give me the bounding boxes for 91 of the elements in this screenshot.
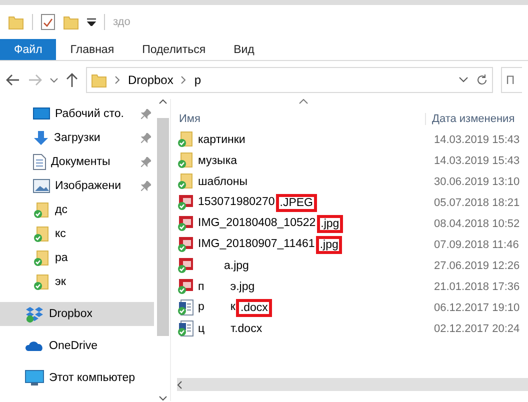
- ribbon-tab[interactable]: Главная: [56, 39, 128, 60]
- file-name: IMG_20180907_11461: [198, 238, 315, 252]
- scrollbar-thumb[interactable]: [157, 118, 169, 336]
- chevron-down-icon[interactable]: [50, 78, 58, 82]
- pin-icon[interactable]: [141, 133, 151, 143]
- nav-item[interactable]: OneDrive: [0, 334, 154, 358]
- file-name: р: [198, 300, 204, 314]
- cloud-icon: [25, 340, 44, 352]
- address-field[interactable]: Dropbox р: [86, 67, 493, 93]
- sync-folder-icon: [33, 274, 50, 290]
- scroll-down-icon[interactable]: [159, 396, 167, 401]
- date-cell-text: 14.03.2019 15:43: [433, 134, 520, 146]
- dropdown-icon[interactable]: [87, 18, 96, 26]
- nav-item[interactable]: ра: [0, 246, 154, 270]
- search-field[interactable]: П: [501, 67, 522, 93]
- chevron-right-icon: [115, 76, 120, 84]
- nav-item[interactable]: Рабочий сто.: [0, 102, 154, 126]
- sync-folder-icon: [177, 173, 194, 190]
- window-title: здо: [113, 16, 130, 28]
- folder-icon: [91, 72, 107, 88]
- highlighted-extension: .jpg: [318, 216, 342, 230]
- highlighted-extension: .jpg: [318, 238, 340, 252]
- image-file-icon: [177, 215, 194, 232]
- nav-item[interactable]: Документы: [0, 150, 154, 174]
- nav-item[interactable]: эк: [0, 270, 154, 294]
- highlighted-extension: .JPEG: [278, 196, 315, 210]
- file-name: к: [230, 300, 236, 314]
- date-cell-text: 05.07.2018 18:21: [433, 196, 520, 208]
- new-folder-icon: [63, 14, 79, 30]
- sync-folder-icon: [33, 250, 50, 266]
- file-name: э.jpg: [230, 280, 255, 292]
- document-file-icon: [177, 320, 194, 337]
- file-name: ц: [198, 322, 205, 334]
- breadcrumb[interactable]: р: [194, 73, 202, 87]
- file-name: т.docx: [230, 322, 262, 334]
- file-name: п: [198, 280, 204, 292]
- nav-item[interactable]: Этот компьютер: [0, 366, 154, 390]
- sync-folder-icon: [177, 152, 194, 169]
- scroll-up-icon[interactable]: [159, 99, 167, 104]
- sync-folder-icon: [33, 202, 50, 218]
- file-name: шаблоны: [198, 176, 248, 188]
- pin-icon[interactable]: [141, 181, 151, 191]
- pin-icon[interactable]: [141, 109, 151, 119]
- breadcrumb[interactable]: Dropbox: [128, 73, 174, 87]
- scroll-left-icon[interactable]: [177, 380, 182, 388]
- file-name: музыка: [198, 154, 238, 166]
- highlighted-extension: .docx: [238, 300, 270, 314]
- back-arrow-icon[interactable]: [6, 74, 20, 86]
- ribbon-tab[interactable]: Поделиться: [128, 39, 220, 60]
- sync-folder-icon: [33, 226, 50, 242]
- refresh-icon[interactable]: [476, 74, 488, 86]
- picture-icon: [33, 179, 50, 193]
- ribbon-tab[interactable]: Вид: [220, 39, 268, 60]
- nav-item[interactable]: кс: [0, 222, 154, 246]
- date-cell-text: 27.06.2019 12:26: [433, 260, 520, 272]
- file-name: 153071980270: [198, 196, 275, 210]
- horizontal-scrollbar[interactable]: [177, 378, 528, 391]
- up-arrow-icon[interactable]: [66, 73, 78, 87]
- file-name: картинки: [198, 134, 246, 146]
- sync-folder-icon: [177, 131, 194, 148]
- file-name: а.jpg: [224, 260, 249, 272]
- ribbon-tab[interactable]: Файл: [0, 39, 56, 60]
- nav-item[interactable]: Dropbox: [0, 302, 154, 326]
- nav-item[interactable]: Загрузки: [0, 126, 154, 150]
- image-file-icon: [177, 236, 194, 253]
- column-header[interactable]: Дата изменения: [425, 113, 515, 125]
- date-cell-text: 14.03.2019 15:43: [433, 154, 520, 166]
- image-file-icon: [177, 278, 194, 295]
- chevron-down-icon[interactable]: [459, 77, 468, 83]
- nav-item[interactable]: дс: [0, 198, 154, 222]
- date-cell-text: 07.09.2018 11:46: [433, 238, 519, 250]
- date-cell-text: 08.04.2018 10:52: [433, 218, 520, 230]
- date-cell-text: 21.01.2018 17:36: [433, 280, 520, 292]
- column-header[interactable]: Имя: [177, 113, 425, 125]
- document-file-icon: [177, 299, 194, 316]
- down-arrow-icon: [33, 130, 49, 146]
- monitor-icon: [25, 370, 44, 386]
- date-cell-text: 06.12.2017 19:10: [433, 302, 520, 314]
- chevron-right-icon: [181, 76, 186, 84]
- dropbox-icon: [25, 306, 44, 322]
- file-name: IMG_20180408_10522: [198, 216, 316, 230]
- nav-item[interactable]: Изображени: [0, 174, 154, 198]
- document-icon: [33, 154, 46, 170]
- desktop-icon: [33, 107, 50, 121]
- sort-caret-icon: [299, 99, 308, 104]
- image-file-icon: [177, 257, 194, 274]
- folder-icon: [8, 14, 24, 30]
- date-cell-text: 30.06.2019 13:10: [433, 176, 520, 188]
- image-file-icon: [177, 194, 194, 211]
- pin-icon[interactable]: [141, 157, 151, 167]
- date-cell-text: 02.12.2017 20:24: [433, 322, 520, 334]
